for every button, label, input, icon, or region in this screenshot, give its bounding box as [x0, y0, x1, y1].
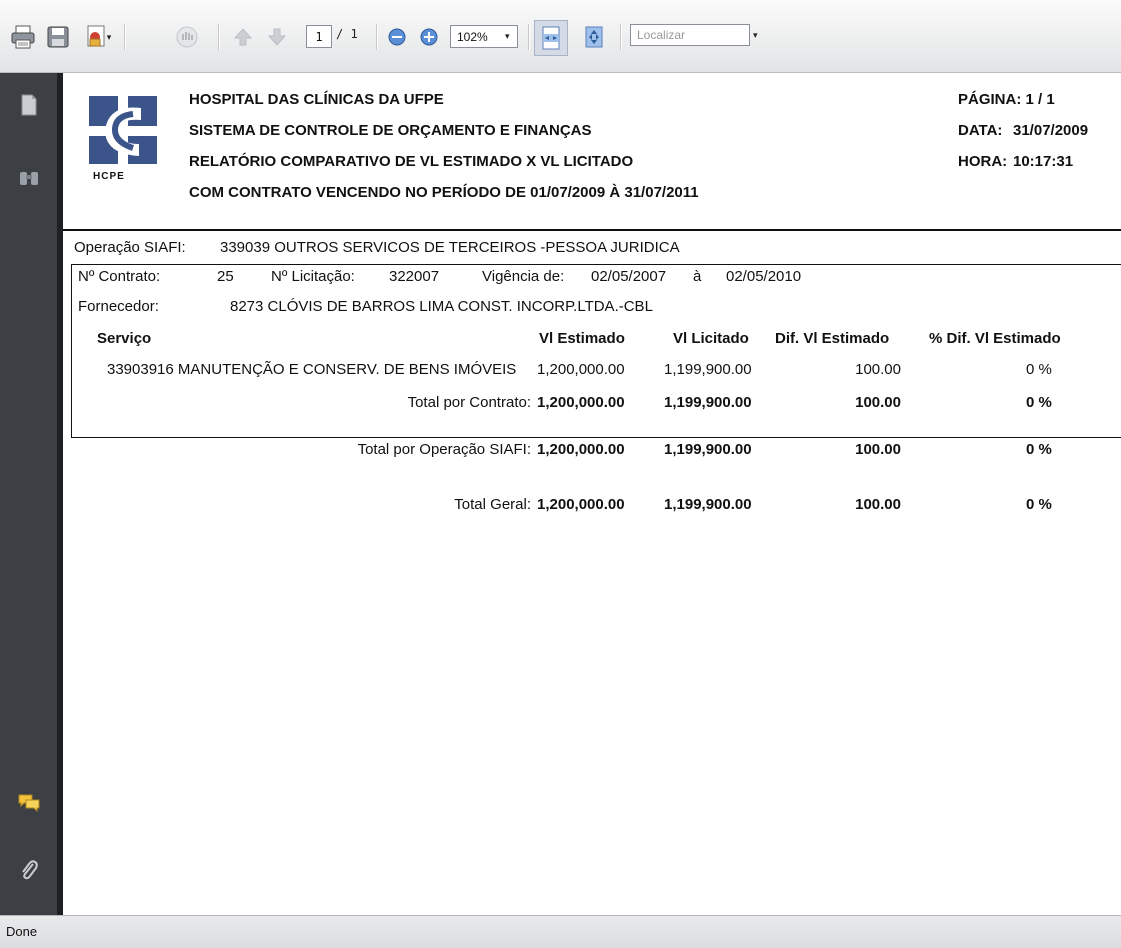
zoom-in-icon[interactable]	[416, 24, 442, 50]
zoom-select[interactable]: 102% ▾	[450, 25, 518, 48]
report-header-line-3: RELATÓRIO COMPARATIVO DE VL ESTIMADO X V…	[189, 153, 634, 170]
vigencia-label: Vigência de:	[482, 268, 565, 285]
contract-box	[71, 264, 1121, 438]
toolbar: ▾ 1 / 1 102% ▾ Localizar ▾	[0, 0, 1121, 73]
find-input[interactable]: Localizar	[630, 24, 750, 46]
column-dif-estimado: Dif. Vl Estimado	[775, 330, 890, 347]
total-geral-pct: 0 %	[1026, 496, 1052, 513]
total-contrato-estimado: 1,200,000.00	[537, 394, 625, 411]
date-label: DATA:	[958, 122, 1003, 139]
next-page-icon[interactable]	[262, 22, 292, 52]
row-servico: 33903916 MANUTENÇÃO E CONSERV. DE BENS I…	[107, 361, 517, 378]
total-operacao-dif: 100.00	[855, 441, 901, 458]
search-icon[interactable]	[14, 163, 44, 193]
zoom-value: 102%	[457, 29, 488, 44]
report-header-line-1: HOSPITAL DAS CLÍNICAS DA UFPE	[189, 91, 444, 108]
fit-width-icon[interactable]	[534, 20, 568, 56]
total-geral-estimado: 1,200,000.00	[537, 496, 625, 513]
total-operacao-pct: 0 %	[1026, 441, 1052, 458]
licitacao-label: Nº Licitação:	[271, 268, 355, 285]
fornecedor-value: 8273 CLÓVIS DE BARROS LIMA CONST. INCORP…	[230, 298, 653, 315]
pages-icon[interactable]	[14, 90, 44, 120]
page-number-input[interactable]: 1	[306, 25, 332, 48]
previous-page-icon[interactable]	[228, 22, 258, 52]
chevron-down-icon[interactable]: ▾	[505, 31, 510, 42]
vigencia-separator: à	[693, 268, 702, 285]
report-header-line-2: SISTEMA DE CONTROLE DE ORÇAMENTO E FINAN…	[189, 122, 592, 139]
email-icon[interactable]: ▾	[78, 22, 118, 52]
logo-text: HCPE	[93, 171, 125, 182]
column-vl-licitado: Vl Licitado	[673, 330, 749, 347]
hand-icon[interactable]	[172, 22, 202, 52]
row-dif: 100.00	[855, 361, 901, 378]
total-contrato-dif: 100.00	[855, 394, 901, 411]
comments-icon[interactable]	[14, 788, 44, 818]
total-geral-label: Total Geral:	[454, 496, 531, 513]
total-contrato-pct: 0 %	[1026, 394, 1052, 411]
contrato-label: Nº Contrato:	[78, 268, 161, 285]
save-icon[interactable]	[43, 22, 73, 52]
printer-icon[interactable]	[8, 22, 38, 52]
row-estimado: 1,200,000.00	[537, 361, 625, 378]
total-operacao-estimado: 1,200,000.00	[537, 441, 625, 458]
vigencia-start: 02/05/2007	[591, 268, 667, 285]
navigation-pane	[0, 73, 57, 915]
page-indicator: PÁGINA: 1 / 1	[958, 91, 1055, 108]
document-page: HCPE HOSPITAL DAS CLÍNICAS DA UFPE SISTE…	[63, 73, 1121, 915]
date-value: 31/07/2009	[1013, 122, 1089, 139]
total-geral-licitado: 1,199,900.00	[664, 496, 752, 513]
column-servico: Serviço	[97, 330, 152, 347]
hospital-logo	[89, 96, 157, 164]
status-text: Done	[6, 924, 38, 939]
report-header-line-4: COM CONTRATO VENCENDO NO PERÍODO DE 01/0…	[189, 184, 699, 201]
vigencia-end: 02/05/2010	[726, 268, 802, 285]
fornecedor-label: Fornecedor:	[78, 298, 159, 315]
fit-page-icon[interactable]	[579, 22, 609, 52]
total-contrato-label: Total por Contrato:	[407, 394, 531, 411]
licitacao-value: 322007	[389, 268, 440, 285]
time-label: HORA:	[958, 153, 1008, 170]
total-operacao-label: Total por Operação SIAFI:	[357, 441, 531, 458]
column-pct-dif: % Dif. Vl Estimado	[929, 330, 1061, 347]
row-licitado: 1,199,900.00	[664, 361, 752, 378]
operacao-value: 339039 OUTROS SERVICOS DE TERCEIROS -PES…	[220, 239, 680, 256]
find-dropdown-icon[interactable]: ▾	[753, 30, 758, 41]
status-bar: Done	[0, 915, 1121, 948]
operacao-label: Operação SIAFI:	[74, 239, 186, 256]
row-pct: 0 %	[1026, 361, 1052, 378]
header-divider	[63, 229, 1121, 231]
total-contrato-licitado: 1,199,900.00	[664, 394, 752, 411]
time-value: 10:17:31	[1013, 153, 1074, 170]
page-total: / 1	[336, 27, 358, 41]
attachments-icon[interactable]	[14, 855, 44, 885]
column-vl-estimado: Vl Estimado	[539, 330, 625, 347]
total-operacao-licitado: 1,199,900.00	[664, 441, 752, 458]
total-geral-dif: 100.00	[855, 496, 901, 513]
zoom-out-icon[interactable]	[384, 24, 410, 50]
contrato-value: 25	[217, 268, 234, 285]
